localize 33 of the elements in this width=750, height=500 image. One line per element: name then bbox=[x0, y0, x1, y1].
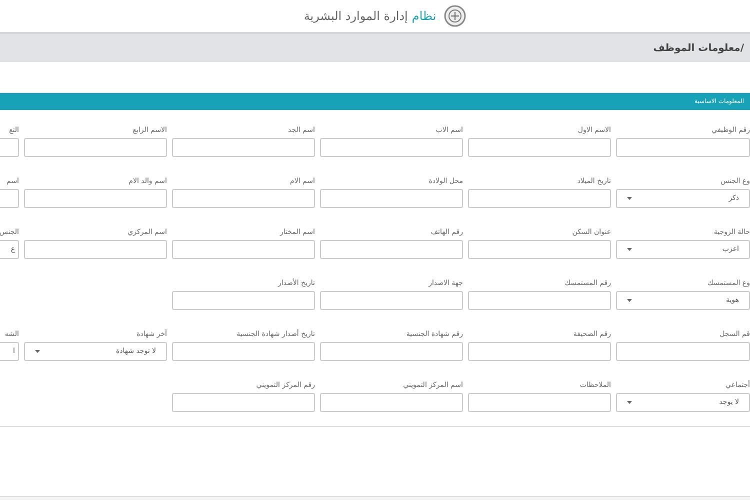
input-field[interactable] bbox=[320, 138, 463, 157]
input-field[interactable] bbox=[616, 138, 750, 157]
caret-icon bbox=[627, 248, 632, 251]
input-field[interactable] bbox=[320, 189, 463, 208]
input-field[interactable] bbox=[172, 342, 315, 361]
caret-icon bbox=[35, 350, 40, 353]
input-field[interactable] bbox=[468, 393, 611, 412]
input-field[interactable] bbox=[468, 240, 611, 259]
input-field[interactable] bbox=[320, 393, 463, 412]
input-field[interactable] bbox=[172, 189, 315, 208]
caret-icon bbox=[627, 299, 632, 302]
input-field[interactable] bbox=[24, 240, 167, 259]
app-title-accent: نظام bbox=[412, 8, 436, 25]
input-field[interactable] bbox=[172, 138, 315, 157]
input-field[interactable] bbox=[0, 189, 19, 208]
input-field[interactable] bbox=[320, 291, 463, 310]
input-field[interactable] bbox=[616, 342, 750, 361]
input-field[interactable] bbox=[320, 342, 463, 361]
page-title: /معلومات الموظف bbox=[653, 42, 744, 56]
input-field[interactable] bbox=[468, 291, 611, 310]
input-field[interactable] bbox=[172, 291, 315, 310]
input-field[interactable] bbox=[172, 393, 315, 412]
input-field[interactable] bbox=[468, 138, 611, 157]
input-field[interactable] bbox=[320, 240, 463, 259]
input-field[interactable] bbox=[172, 240, 315, 259]
input-field[interactable] bbox=[24, 138, 167, 157]
input-field[interactable] bbox=[468, 189, 611, 208]
input-field[interactable] bbox=[0, 138, 19, 157]
input-field[interactable] bbox=[24, 189, 167, 208]
caret-icon bbox=[627, 401, 632, 404]
input-field[interactable] bbox=[468, 342, 611, 361]
app-title: إدارة الموارد البشرية bbox=[304, 8, 408, 25]
caret-icon bbox=[627, 197, 632, 200]
